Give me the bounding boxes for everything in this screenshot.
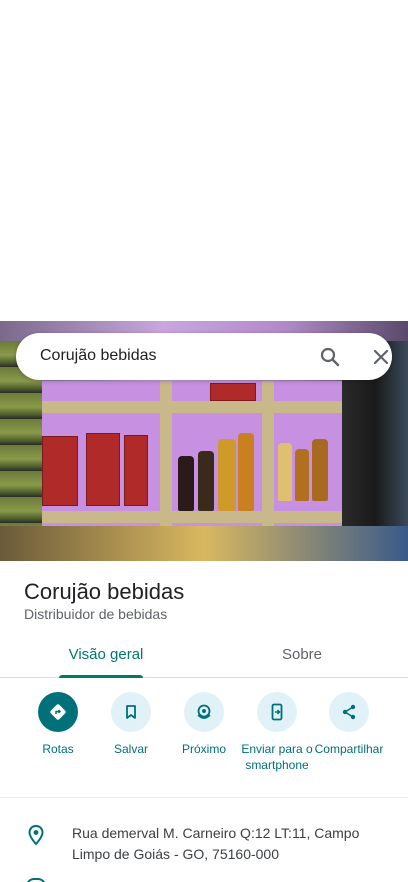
tab-overview[interactable]: Visão geral [0, 646, 212, 663]
photo-bottle [218, 439, 236, 511]
share-button[interactable]: Compartilhar [311, 692, 387, 757]
address-row[interactable]: Rua demerval M. Carneiro Q:12 LT:11, Cam… [0, 818, 408, 882]
place-category: Distribuidor de bebidas [24, 606, 168, 622]
active-tab-indicator [59, 675, 143, 678]
save-button[interactable]: Salvar [93, 692, 169, 757]
photo-box [86, 433, 120, 506]
photo-shelf-plank [42, 511, 342, 523]
save-label: Salvar [113, 742, 148, 756]
nearby-label: Próximo [181, 742, 226, 756]
share-icon [329, 692, 369, 732]
tab-about[interactable]: Sobre [196, 646, 408, 663]
close-icon[interactable] [369, 345, 393, 369]
bookmark-icon [111, 692, 151, 732]
location-pin-icon [26, 824, 46, 846]
nearby-icon [184, 692, 224, 732]
search-input[interactable]: Corujão bebidas [40, 347, 157, 365]
photo-shelf-plank [42, 401, 342, 413]
photo-bottle [278, 443, 292, 501]
share-label: Compartilhar [314, 742, 384, 756]
photo-box [210, 383, 256, 401]
search-bar[interactable]: Corujão bebidas [16, 333, 392, 380]
photo-bottle [312, 439, 328, 501]
directions-button[interactable]: Rotas [20, 692, 96, 757]
photo-box [42, 436, 78, 506]
directions-icon [38, 692, 78, 732]
photo-bottle [178, 456, 194, 511]
send-to-phone-icon [257, 692, 297, 732]
address-text: Rua demerval M. Carneiro Q:12 LT:11, Cam… [72, 825, 360, 862]
photo-bottle [295, 449, 309, 501]
place-title: Corujão bebidas [24, 579, 185, 604]
photo-bottom-shelf [0, 526, 408, 561]
action-buttons-row: Rotas Salvar Próximo Enviar para o smart… [0, 692, 408, 798]
photo-bottle [198, 451, 214, 511]
search-icon[interactable] [318, 345, 342, 369]
photo-shelf-post [160, 381, 172, 541]
place-tabs: Visão geral Sobre [0, 632, 408, 678]
nearby-button[interactable]: Próximo [166, 692, 242, 757]
send-to-phone-label: Enviar para o smartphone [241, 742, 313, 772]
send-to-phone-button[interactable]: Enviar para o smartphone [239, 692, 315, 773]
photo-box [124, 435, 148, 506]
photo-shelf-post [262, 381, 274, 541]
map-canvas[interactable] [0, 0, 408, 321]
directions-label: Rotas [42, 742, 74, 756]
photo-bottle [238, 433, 254, 511]
